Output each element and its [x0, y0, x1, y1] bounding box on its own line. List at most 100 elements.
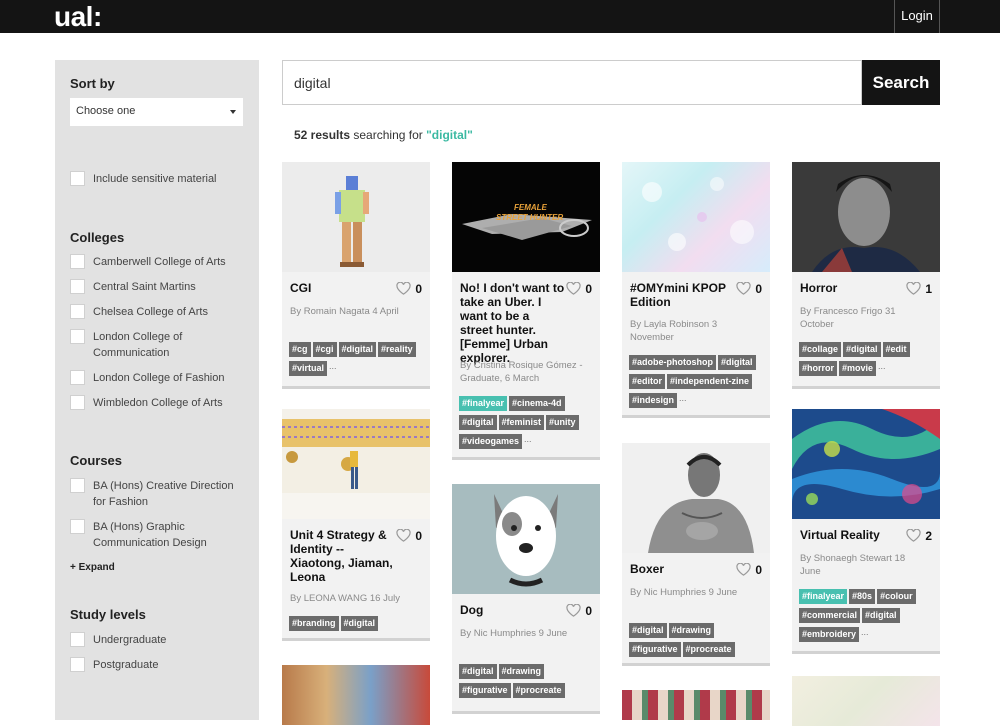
- project-card[interactable]: Virtual Reality 2 By Shonaegh Stewart 18…: [792, 409, 940, 654]
- like-count[interactable]: 0: [566, 282, 592, 296]
- tag[interactable]: #80s: [849, 589, 876, 604]
- checkbox-box[interactable]: [70, 171, 85, 186]
- project-thumbnail[interactable]: [622, 443, 770, 553]
- heart-icon[interactable]: [566, 282, 581, 295]
- login-button[interactable]: Login: [894, 0, 940, 33]
- card-title[interactable]: #OMYmini KPOP Edition: [630, 281, 735, 309]
- card-title[interactable]: Dog: [460, 603, 565, 617]
- heart-icon[interactable]: [906, 282, 921, 295]
- project-card[interactable]: Unit 4 Strategy & Identity -- Xiaotong, …: [282, 409, 430, 641]
- project-thumbnail[interactable]: [452, 484, 600, 594]
- project-card-partial[interactable]: [622, 690, 770, 720]
- heart-icon[interactable]: [396, 282, 411, 295]
- tag[interactable]: #indesign: [629, 393, 678, 408]
- tag[interactable]: #unity: [546, 415, 579, 430]
- checkbox-box[interactable]: [70, 304, 85, 319]
- tag[interactable]: #cgi: [312, 342, 337, 357]
- tag[interactable]: #reality: [378, 342, 416, 357]
- tag[interactable]: #virtual: [289, 361, 328, 376]
- project-thumbnail[interactable]: FEMALE STREET HUNTER: [452, 162, 600, 272]
- project-card-partial[interactable]: [282, 665, 430, 725]
- project-thumbnail[interactable]: [622, 690, 770, 720]
- college-checkbox[interactable]: Wimbledon College of Arts: [70, 395, 253, 411]
- tag[interactable]: #drawing: [498, 664, 545, 679]
- tag[interactable]: #digital: [718, 355, 756, 370]
- project-card-partial[interactable]: [792, 676, 940, 726]
- level-checkbox[interactable]: Undergraduate: [70, 632, 253, 648]
- tag[interactable]: #procreate: [512, 683, 565, 698]
- project-thumbnail[interactable]: [792, 676, 940, 726]
- card-title[interactable]: CGI: [290, 281, 395, 295]
- heart-icon[interactable]: [736, 563, 751, 576]
- tag[interactable]: #digital: [338, 342, 377, 357]
- tag[interactable]: #branding: [289, 616, 339, 631]
- tag[interactable]: #digital: [340, 616, 379, 631]
- sensitive-checkbox[interactable]: Include sensitive material: [70, 171, 253, 187]
- checkbox-box[interactable]: [70, 370, 85, 385]
- project-thumbnail[interactable]: [792, 409, 940, 519]
- tag[interactable]: #horror: [799, 361, 838, 376]
- tag-highlighted[interactable]: #finalyear: [799, 589, 848, 604]
- tag[interactable]: #digital: [629, 623, 667, 638]
- tag[interactable]: #cinema-4d: [509, 396, 565, 411]
- tag[interactable]: #feminist: [498, 415, 545, 430]
- like-count[interactable]: 1: [906, 282, 932, 296]
- like-count[interactable]: 0: [396, 282, 422, 296]
- tag[interactable]: #colour: [877, 589, 916, 604]
- search-button[interactable]: Search: [862, 60, 940, 105]
- like-count[interactable]: 0: [566, 604, 592, 618]
- checkbox-box[interactable]: [70, 478, 85, 493]
- heart-icon[interactable]: [396, 529, 411, 542]
- checkbox-box[interactable]: [70, 329, 85, 344]
- tag[interactable]: #digital: [862, 608, 900, 623]
- tag[interactable]: #independent-zine: [667, 374, 753, 389]
- tag[interactable]: #cg: [289, 342, 311, 357]
- tag[interactable]: #figurative: [629, 642, 681, 657]
- tag[interactable]: #digital: [459, 415, 497, 430]
- checkbox-box[interactable]: [70, 657, 85, 672]
- tag-highlighted[interactable]: #finalyear: [459, 396, 508, 411]
- tag[interactable]: #procreate: [682, 642, 735, 657]
- checkbox-box[interactable]: [70, 395, 85, 410]
- checkbox-box[interactable]: [70, 519, 85, 534]
- tag[interactable]: #drawing: [668, 623, 715, 638]
- search-input[interactable]: digital: [282, 60, 862, 105]
- tag[interactable]: #movie: [839, 361, 877, 376]
- tag[interactable]: #videogames: [459, 434, 523, 449]
- card-title[interactable]: Unit 4 Strategy & Identity -- Xiaotong, …: [290, 528, 395, 584]
- tag[interactable]: #embroidery: [799, 627, 860, 642]
- card-title[interactable]: No! I don't want to take an Uber. I want…: [460, 281, 565, 365]
- project-thumbnail[interactable]: [622, 162, 770, 272]
- tag[interactable]: #editor: [629, 374, 666, 389]
- tag[interactable]: #edit: [882, 342, 910, 357]
- like-count[interactable]: 0: [736, 563, 762, 577]
- project-card[interactable]: Horror 1 By Francesco Frigo 31 October #…: [792, 162, 940, 389]
- like-count[interactable]: 2: [906, 529, 932, 543]
- project-thumbnail[interactable]: [282, 409, 430, 519]
- project-thumbnail[interactable]: [282, 665, 430, 725]
- heart-icon[interactable]: [906, 529, 921, 542]
- checkbox-box[interactable]: [70, 254, 85, 269]
- project-card[interactable]: FEMALE STREET HUNTER No! I don't want to…: [452, 162, 600, 460]
- like-count[interactable]: 0: [736, 282, 762, 296]
- heart-icon[interactable]: [736, 282, 751, 295]
- tag[interactable]: #digital: [459, 664, 497, 679]
- card-title[interactable]: Virtual Reality: [800, 528, 905, 542]
- card-title[interactable]: Horror: [800, 281, 905, 295]
- heart-icon[interactable]: [566, 604, 581, 617]
- tag[interactable]: #figurative: [459, 683, 511, 698]
- tag[interactable]: #commercial: [799, 608, 861, 623]
- ual-logo[interactable]: ual:: [54, 1, 102, 33]
- college-checkbox[interactable]: London College of Fashion: [70, 370, 253, 386]
- like-count[interactable]: 0: [396, 529, 422, 543]
- tag[interactable]: #adobe-photoshop: [629, 355, 716, 370]
- project-card[interactable]: Dog 0 By Nic Humphries 9 June #digital #d…: [452, 484, 600, 714]
- college-checkbox[interactable]: London College of Communication: [70, 329, 193, 361]
- college-checkbox[interactable]: Chelsea College of Arts: [70, 304, 253, 320]
- project-thumbnail[interactable]: [282, 162, 430, 272]
- level-checkbox[interactable]: Postgraduate: [70, 657, 253, 673]
- card-title[interactable]: Boxer: [630, 562, 735, 576]
- checkbox-box[interactable]: [70, 632, 85, 647]
- project-card[interactable]: #OMYmini KPOP Edition 0 By Layla Robinso…: [622, 162, 770, 418]
- project-card[interactable]: Boxer 0 By Nic Humphries 9 June #digital…: [622, 443, 770, 666]
